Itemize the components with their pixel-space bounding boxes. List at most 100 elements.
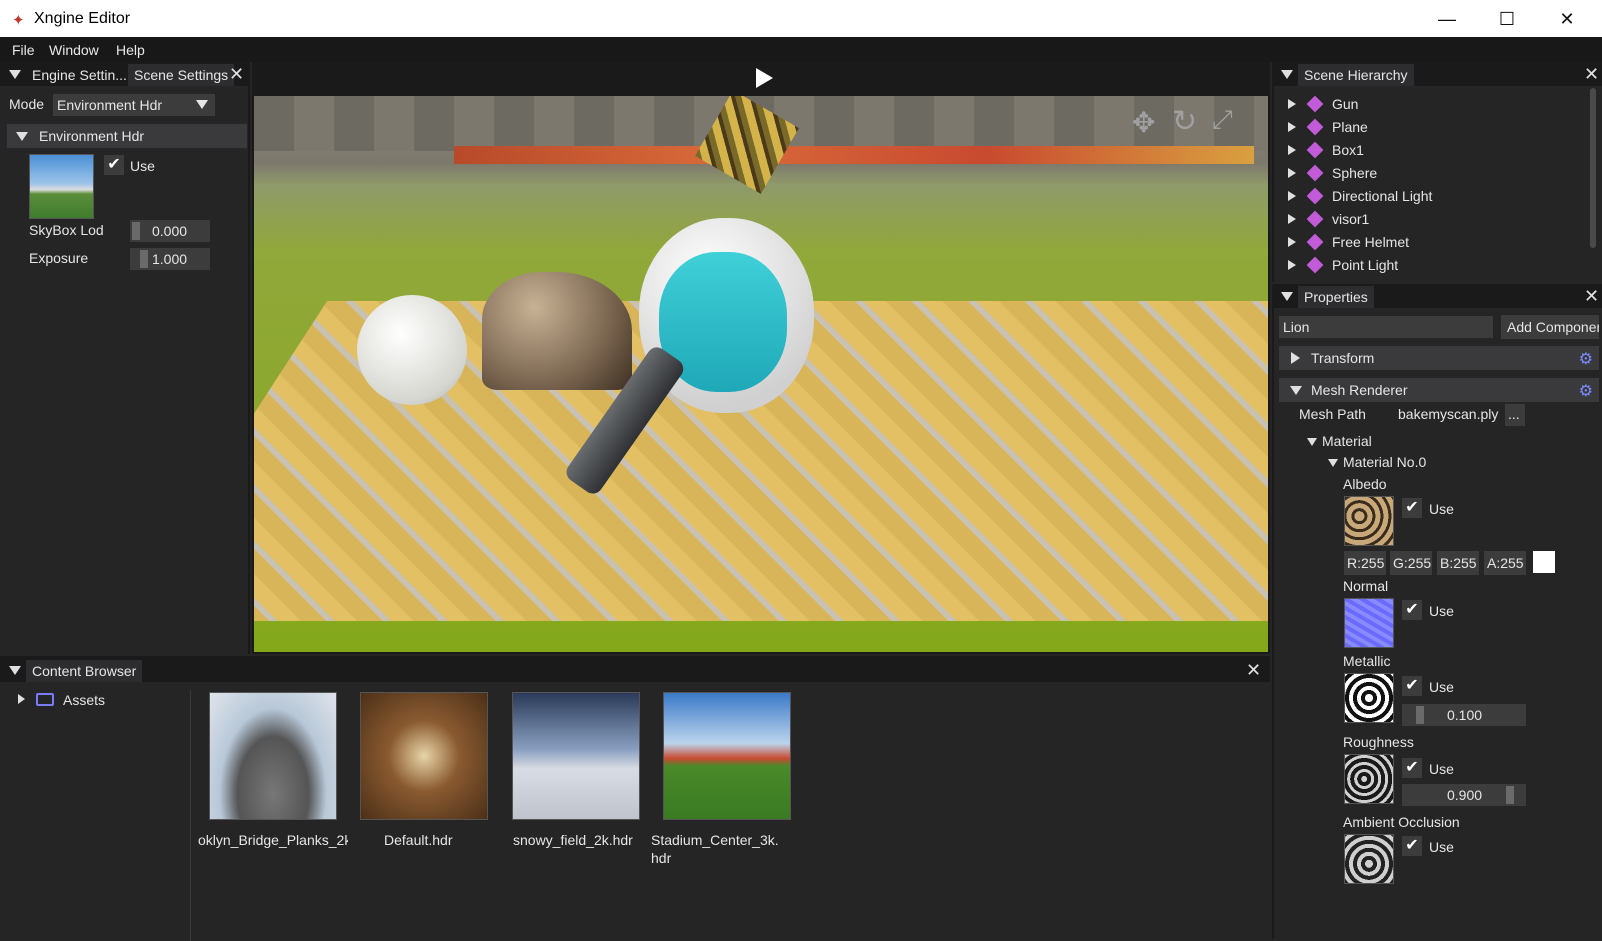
assets-tree-item[interactable]: Assets [63,692,105,708]
use-checkbox[interactable]: ✔ [1402,676,1422,696]
panel-menu-icon[interactable] [9,70,21,79]
environment-thumbnail[interactable] [29,154,94,219]
roughness-slider[interactable]: 0.900 [1402,784,1526,806]
use-checkbox[interactable]: ✔ [104,155,124,175]
section-title: Environment Hdr [39,128,145,144]
hierarchy-item[interactable]: Point Light [1274,255,1584,277]
expand-icon[interactable] [1288,191,1296,201]
play-icon[interactable] [756,68,773,88]
normal-label: Normal [1343,578,1389,594]
use-checkbox[interactable]: ✔ [1402,498,1422,518]
b-channel-field[interactable]: B:255 [1437,551,1479,575]
browse-button[interactable]: ... [1505,404,1525,426]
tab-engine-settings[interactable]: Engine Settin... [26,64,133,86]
lion-object[interactable] [482,272,632,390]
expand-icon[interactable] [1288,214,1296,224]
exposure-slider[interactable]: 1.000 [130,248,210,270]
cube-icon [1306,187,1324,205]
menu-bar: File Window Help [0,37,1602,62]
expand-icon[interactable] [1288,145,1296,155]
add-component-button[interactable]: Add Componer [1501,315,1599,339]
albedo-texture[interactable] [1344,496,1394,546]
collapse-icon [1290,386,1302,395]
hierarchy-item[interactable]: Box1 [1274,140,1584,162]
cube-icon [1306,118,1324,136]
expand-icon[interactable] [1288,260,1296,270]
hierarchy-item[interactable]: Plane [1274,117,1584,139]
expand-icon[interactable] [1288,122,1296,132]
file-thumbnail[interactable] [360,692,488,820]
expand-icon[interactable] [1288,237,1296,247]
cube-icon [1306,95,1324,113]
material-label: Material [1322,433,1372,449]
tab-properties[interactable]: Properties [1298,286,1374,308]
skybox-lod-slider[interactable]: 0.000 [130,220,210,242]
ao-texture[interactable] [1344,834,1394,884]
entity-name-input[interactable]: Lion [1279,316,1493,338]
r-channel-field[interactable]: R:255 [1344,551,1386,575]
chevron-down-icon [196,100,208,109]
menu-help[interactable]: Help [116,42,145,58]
mode-label: Mode [9,96,45,112]
hierarchy-item[interactable]: Sphere [1274,163,1584,185]
g-channel-field[interactable]: G:255 [1390,551,1432,575]
gear-icon[interactable]: ⚙ [1579,349,1593,369]
exposure-label: Exposure [29,250,89,266]
panel-menu-icon[interactable] [1281,70,1293,79]
use-checkbox[interactable]: ✔ [1402,758,1422,778]
mesh-renderer-header[interactable]: Mesh Renderer ⚙ [1279,378,1599,402]
normal-texture[interactable] [1344,598,1394,648]
rotate-icon[interactable]: ↻ [1172,104,1197,139]
scrollbar[interactable] [1590,88,1596,248]
slider-grab[interactable] [1506,786,1514,804]
scale-icon[interactable]: ⤢ [1212,104,1233,136]
roughness-texture[interactable] [1344,754,1394,804]
maximize-icon[interactable]: ☐ [1484,6,1530,32]
slider-grab[interactable] [132,222,140,240]
close-icon[interactable]: ✕ [1544,6,1590,32]
expand-icon[interactable] [1288,99,1296,109]
slider-grab[interactable] [140,250,148,268]
hierarchy-item[interactable]: Directional Light [1274,186,1584,208]
close-icon[interactable]: ✕ [229,65,244,83]
metallic-slider[interactable]: 0.100 [1402,704,1526,726]
file-thumbnail[interactable] [663,692,791,820]
expand-icon[interactable] [1288,168,1296,178]
metallic-texture[interactable] [1344,673,1394,723]
environment-hdr-header[interactable]: Environment Hdr [7,124,247,148]
use-checkbox[interactable]: ✔ [1402,600,1422,620]
a-channel-field[interactable]: A:255 [1484,551,1526,575]
panel-menu-icon[interactable] [1281,292,1293,301]
use-checkbox[interactable]: ✔ [1402,836,1422,856]
menu-file[interactable]: File [12,42,35,58]
hierarchy-item-label: Sphere [1332,165,1378,181]
close-icon[interactable]: ✕ [1584,287,1599,305]
hierarchy-item[interactable]: Free Helmet [1274,232,1584,254]
minimize-icon[interactable]: — [1424,6,1470,32]
slider-grab[interactable] [1416,706,1424,724]
close-icon[interactable]: ✕ [1584,65,1599,83]
tab-content-browser[interactable]: Content Browser [26,660,143,682]
file-name: Stadium_Center_3k. [651,832,779,848]
use-label: Use [1429,501,1454,517]
file-thumbnail[interactable] [209,692,337,820]
menu-window[interactable]: Window [49,42,99,58]
sphere-object[interactable] [357,295,467,405]
color-swatch[interactable] [1533,551,1555,573]
collapse-icon[interactable] [1307,438,1317,446]
scene-settings-panel: Engine Settin... Scene Settings ✕ Mode E… [0,62,250,654]
file-thumbnail[interactable] [512,692,640,820]
hierarchy-item[interactable]: visor1 [1274,209,1584,231]
tab-scene-hierarchy[interactable]: Scene Hierarchy [1298,64,1414,86]
expand-icon[interactable] [18,694,25,704]
close-icon[interactable]: ✕ [1246,661,1261,679]
collapse-icon[interactable] [1328,459,1338,467]
panel-menu-icon[interactable] [9,666,21,675]
mode-select[interactable]: Environment Hdr [53,94,215,116]
tab-scene-settings[interactable]: Scene Settings [128,64,235,86]
hierarchy-item[interactable]: Gun [1274,94,1584,116]
move-icon[interactable]: ✥ [1132,106,1155,139]
scene-viewport[interactable]: ✥ ↻ ⤢ [254,96,1268,652]
gear-icon[interactable]: ⚙ [1579,381,1593,401]
transform-header[interactable]: Transform ⚙ [1279,346,1599,370]
